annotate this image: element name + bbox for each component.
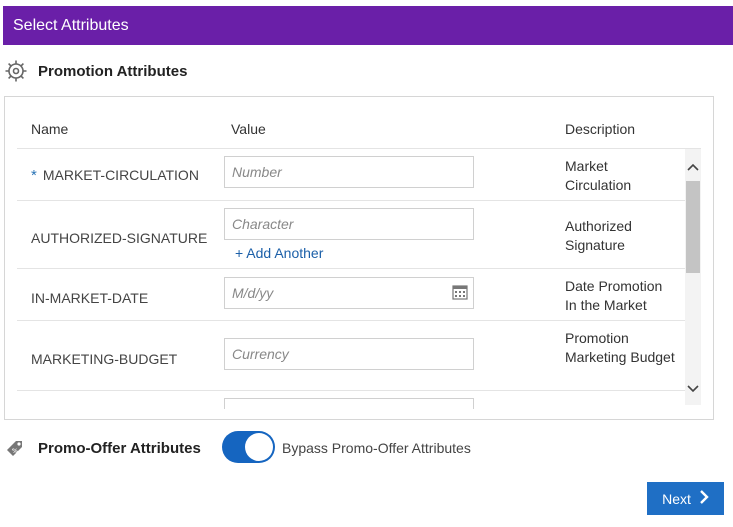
scroll-down-icon[interactable] — [685, 381, 701, 397]
next-button-label: Next — [662, 490, 691, 507]
table-row — [17, 391, 685, 409]
calendar-icon[interactable] — [452, 284, 468, 300]
attribute-description: Market Circulation — [565, 158, 632, 193]
scrollbar-thumb[interactable] — [686, 181, 700, 273]
table-row: MARKETING-BUDGET Promotion Marketing Bud… — [17, 321, 685, 391]
authorized-signature-input[interactable] — [224, 208, 474, 240]
table-row: *MARKET-CIRCULATION Market Circulation — [17, 149, 685, 201]
market-circulation-input[interactable] — [224, 156, 474, 188]
bypass-promo-offer-toggle[interactable] — [222, 431, 275, 463]
in-market-date-input[interactable] — [224, 277, 474, 309]
attribute-name: * MARKET-CIRCULATION — [31, 167, 199, 184]
svg-text:%: % — [12, 448, 18, 455]
attributes-panel: Name Value Description * MARKET-CIRCULATI… — [4, 96, 714, 420]
attribute-description: Date Promotion In the Market — [565, 278, 663, 313]
column-header-description: Description — [565, 120, 636, 137]
marketing-budget-input[interactable] — [224, 338, 474, 370]
table-row: IN-MARKET-DATE Date Promotion In the Mar… — [17, 269, 685, 321]
attribute-name: AUTHORIZED-SIGNATURE — [31, 230, 208, 246]
date-field-wrapper — [224, 277, 474, 309]
table-header: Name Value Description — [17, 109, 701, 149]
required-indicator: * — [31, 167, 37, 184]
column-header-name: Name — [31, 120, 69, 137]
tag-icon: % — [4, 436, 28, 460]
promo-offer-attributes-heading: % Promo-Offer Attributes — [4, 436, 201, 460]
table-row: AUTHORIZED-SIGNATURE + Add Another Autho… — [17, 201, 685, 269]
promotion-attributes-title: Promotion Attributes — [38, 62, 188, 80]
page-header: Select Attributes — [3, 6, 733, 45]
promo-offer-attributes-title: Promo-Offer Attributes — [38, 439, 201, 457]
attribute-name: IN-MARKET-DATE — [31, 290, 149, 306]
bypass-promo-offer-label: Bypass Promo-Offer Attributes — [282, 440, 471, 456]
partial-input[interactable] — [224, 398, 474, 409]
attributes-table-body: *MARKET-CIRCULATION Market Circulation A… — [17, 149, 685, 409]
add-another-link[interactable]: + Add Another — [235, 245, 323, 261]
chevron-right-icon — [699, 490, 709, 507]
attribute-name: MARKETING-BUDGET — [31, 351, 178, 367]
attribute-description: Promotion Marketing Budget — [565, 330, 675, 365]
attribute-description: Authorized Signature — [565, 218, 632, 253]
column-header-value: Value — [231, 120, 266, 137]
next-button[interactable]: Next — [647, 482, 724, 515]
toggle-knob — [245, 433, 273, 461]
table-scrollbar[interactable] — [685, 149, 701, 405]
page-title: Select Attributes — [13, 16, 129, 34]
gear-icon — [4, 59, 28, 83]
scroll-up-icon[interactable] — [685, 159, 701, 175]
promotion-attributes-heading: Promotion Attributes — [4, 59, 187, 83]
